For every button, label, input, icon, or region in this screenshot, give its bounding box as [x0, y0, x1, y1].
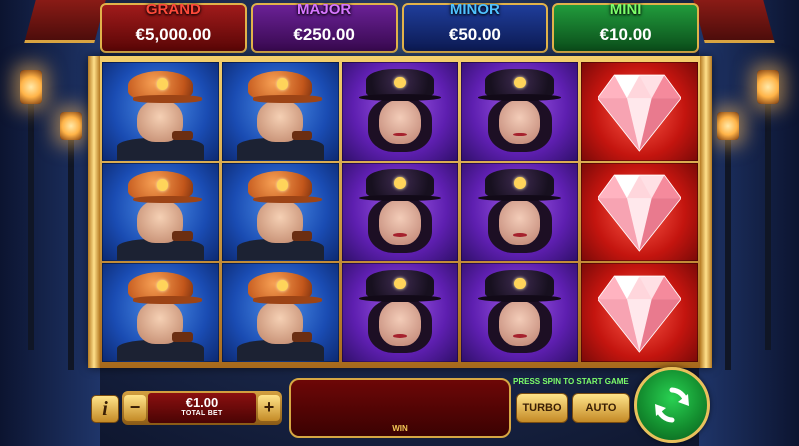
bet-value: €1.00 [185, 395, 219, 410]
jackpot-value: €10.00 [599, 25, 652, 44]
street-lamp-icon [60, 112, 82, 140]
reel-5 [581, 62, 698, 363]
diamond-icon [598, 74, 681, 152]
detective-symbol [221, 263, 339, 363]
jackpot-value: €50.00 [448, 25, 501, 44]
info-icon: i [102, 398, 108, 420]
jackpot-major: MAJOR €250.00 [250, 1, 398, 53]
bet-display: €1.00 TOTAL BET [148, 393, 256, 423]
street-lamp-icon [757, 70, 779, 104]
jackpot-minor: MINOR €50.00 [401, 1, 549, 53]
spin-button[interactable] [634, 367, 710, 443]
jackpot-grand: GRAND €5,000.00 [100, 1, 247, 53]
info-button[interactable]: i [91, 395, 119, 423]
detective-symbol [102, 263, 219, 363]
jackpot-label: MAJOR [297, 1, 352, 18]
pagoda-roof-right [693, 0, 775, 43]
jackpot-label: MINI [609, 1, 642, 18]
street-lamp-icon [20, 70, 42, 104]
bet-label: TOTAL BET [181, 410, 223, 417]
jackpot-mini: MINI €10.00 [552, 1, 699, 53]
lamp-post [68, 130, 74, 370]
detective-symbol [102, 162, 219, 262]
lady-symbol [341, 62, 459, 161]
lady-symbol [461, 263, 579, 363]
decrease-bet-button[interactable]: − [124, 395, 146, 421]
jackpot-label: MINOR [449, 1, 500, 18]
control-bar: i − €1.00 TOTAL BET + WIN PRESS SPIN TO … [88, 367, 712, 446]
background-scenery-right [693, 0, 799, 446]
detective-symbol [102, 62, 219, 161]
background-scenery-left [0, 0, 106, 446]
turbo-button[interactable]: TURBO [516, 393, 568, 423]
reel-2 [221, 62, 339, 363]
lamp-post [28, 90, 34, 350]
jackpot-value: €250.00 [293, 25, 355, 44]
detective-symbol [221, 62, 339, 161]
lady-symbol [341, 162, 459, 262]
win-label: WIN [392, 424, 408, 433]
jackpot-bar: GRAND €5,000.00 MAJOR €250.00 MINOR €50.… [100, 1, 699, 53]
refresh-arrows-icon [655, 387, 689, 423]
diamond-symbol [581, 162, 698, 262]
reel-frame [88, 56, 712, 368]
auto-button[interactable]: AUTO [572, 393, 630, 423]
diamond-symbol [581, 62, 698, 161]
street-lamp-icon [717, 112, 739, 140]
jackpot-label: GRAND [145, 1, 201, 18]
frame-pillar-left [88, 56, 100, 368]
lamp-post [765, 90, 771, 350]
jackpot-value: €5,000.00 [135, 25, 212, 44]
diamond-icon [598, 174, 681, 253]
lady-symbol [461, 162, 579, 262]
frame-pillar-right [700, 56, 712, 368]
reel-grid [102, 62, 698, 363]
reel-3 [341, 62, 459, 363]
reel-1 [102, 62, 219, 363]
spin-hint-text: PRESS SPIN TO START GAME [513, 377, 629, 386]
diamond-symbol [581, 263, 698, 363]
reel-4 [461, 62, 579, 363]
lady-symbol [461, 62, 579, 161]
lamp-post [725, 130, 731, 370]
diamond-icon [598, 275, 681, 353]
detective-symbol [221, 162, 339, 262]
increase-bet-button[interactable]: + [258, 395, 280, 421]
lady-symbol [341, 263, 459, 363]
win-display: WIN [289, 378, 511, 438]
bet-selector: − €1.00 TOTAL BET + [122, 391, 282, 425]
pagoda-roof-left [24, 0, 106, 43]
